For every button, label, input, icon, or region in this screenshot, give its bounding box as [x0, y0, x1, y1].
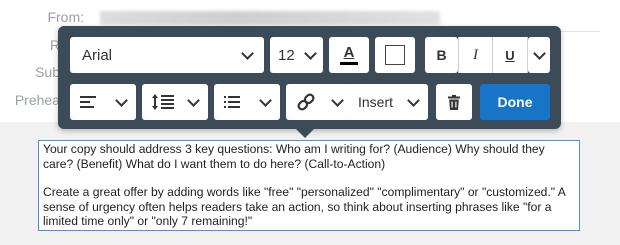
trash-icon	[448, 94, 460, 110]
text-color-button[interactable]: A	[329, 37, 369, 73]
link-dropdown[interactable]	[286, 84, 352, 120]
italic-icon: I	[473, 46, 478, 63]
editor-paragraph-1: Your copy should address 3 key questions…	[43, 142, 545, 171]
chevron-down-icon	[259, 93, 272, 107]
chevron-down-icon	[115, 93, 128, 107]
background-color-button[interactable]	[375, 37, 415, 73]
underline-icon: U	[505, 47, 515, 63]
chevron-down-icon	[407, 93, 420, 107]
bold-button[interactable]: B	[425, 37, 458, 73]
line-height-icon	[152, 94, 174, 110]
subject-label: Sub	[35, 64, 60, 80]
underline-button[interactable]: U	[493, 37, 527, 73]
text-color-icon: A	[343, 44, 355, 61]
editor-paragraph-2: Create a great offer by adding words lik…	[43, 185, 566, 229]
alignment-dropdown[interactable]	[70, 84, 136, 120]
bold-icon: B	[436, 47, 447, 63]
font-size-value: 12	[278, 46, 295, 64]
chevron-down-icon	[532, 46, 546, 60]
font-size-dropdown[interactable]: 12	[270, 37, 323, 73]
toolbar-pointer	[295, 128, 315, 138]
background-color-swatch-icon	[385, 45, 405, 65]
chevron-down-icon	[187, 93, 200, 107]
done-button[interactable]: Done	[480, 84, 550, 120]
font-family-value: Arial	[82, 46, 113, 64]
from-label: From:	[47, 9, 84, 25]
delete-button[interactable]	[436, 84, 472, 120]
insert-dropdown[interactable]: Insert	[348, 84, 428, 120]
font-family-dropdown[interactable]: Arial	[70, 37, 264, 73]
align-left-icon	[80, 96, 96, 108]
formatting-toolbar: Arial 12 A B I U Insert Done	[58, 26, 561, 129]
from-value-blurred	[100, 11, 440, 25]
chevron-down-icon	[331, 93, 344, 107]
more-formatting-dropdown[interactable]	[528, 37, 550, 73]
list-dropdown[interactable]	[214, 84, 280, 120]
chevron-down-icon	[241, 46, 254, 60]
bulleted-list-icon	[224, 96, 240, 108]
text-color-bar	[340, 62, 358, 65]
chevron-down-icon	[304, 46, 317, 60]
text-editor[interactable]: Your copy should address 3 key questions…	[38, 140, 580, 231]
italic-button[interactable]: I	[459, 37, 492, 73]
insert-label: Insert	[358, 94, 394, 110]
line-height-dropdown[interactable]	[142, 84, 208, 120]
preheader-label: Prehea	[14, 92, 60, 108]
link-icon	[297, 93, 315, 111]
